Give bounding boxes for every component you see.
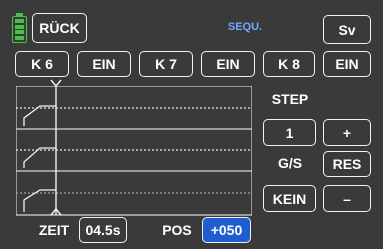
gs-value-field[interactable]: KEIN [263,185,316,212]
position-value-field[interactable]: +050 [202,217,251,243]
sequencer-screen: RÜCK SEQU. Sv K 6 EIN K 7 EIN K 8 EIN ST… [0,0,383,249]
time-label: ZEIT [38,222,70,238]
channel-8-button[interactable]: K 8 [263,51,315,77]
position-label: POS [162,222,192,238]
time-value-field[interactable]: 04.5s [79,217,127,243]
page-title: SEQU. [227,21,263,33]
channel-ramps [23,105,56,212]
minus-button[interactable]: – [323,185,371,212]
sequence-graph[interactable] [16,86,252,216]
channel-6-state-button[interactable]: EIN [77,51,131,77]
battery-icon [12,13,27,43]
cursor-marker-icon [50,207,62,216]
plus-button[interactable]: + [323,119,371,146]
gs-label: G/S [277,155,303,171]
channel-8-state-button[interactable]: EIN [323,51,371,77]
cursor-marker-icon [50,79,62,88]
channel-7-button[interactable]: K 7 [139,51,193,77]
step-label: STEP [271,91,309,107]
back-button[interactable]: RÜCK [32,13,87,43]
save-button[interactable]: Sv [323,15,371,44]
step-value-field[interactable]: 1 [263,119,316,146]
reset-button[interactable]: RES [323,151,371,177]
channel-6-button[interactable]: K 6 [15,51,69,77]
channel-7-state-button[interactable]: EIN [201,51,255,77]
